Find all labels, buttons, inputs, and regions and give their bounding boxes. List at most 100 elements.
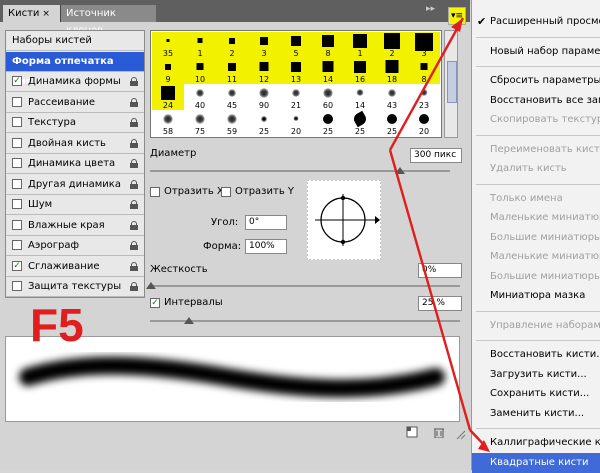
brush-tip-cell[interactable]: 45 [216,84,248,110]
settings-item-checkbox[interactable] [12,158,22,168]
brush-tip-cell[interactable]: 60 [312,84,344,110]
brush-tip-cell[interactable]: 16 [344,58,376,84]
menu-item[interactable]: Каллиграфические кисти [472,433,600,453]
menu-item[interactable]: Сохранить кисти... [472,384,600,404]
lock-icon[interactable] [130,77,138,86]
resize-grip-icon[interactable] [456,430,466,440]
brush-tip-cell[interactable]: 25 [344,110,376,136]
brush-tip-cell[interactable]: 25 [312,110,344,136]
brush-tip-cell[interactable]: 40 [184,84,216,110]
settings-item[interactable]: Влажные края [6,216,144,236]
brush-tip-cell[interactable]: 5 [280,32,312,58]
brush-tip-cell[interactable]: 90 [248,84,280,110]
settings-item[interactable]: Рассеивание [6,93,144,113]
brush-tip-cell[interactable]: 20 [280,110,312,136]
brush-tip-cell[interactable]: 75 [184,110,216,136]
settings-item[interactable]: ✓ Динамика формы [6,72,144,92]
brush-tip-cell[interactable]: 14 [312,58,344,84]
settings-item-checkbox[interactable]: ✓ [12,76,22,86]
lock-icon[interactable] [130,241,138,250]
brush-tip-cell[interactable]: 2 [216,32,248,58]
brush-tip-cell[interactable]: 1 [184,32,216,58]
brush-grid-scrollbar[interactable] [444,30,458,138]
brush-tip-cell[interactable]: 12 [248,58,280,84]
lock-icon[interactable] [130,179,138,189]
menu-item[interactable]: Новый набор параметров [472,42,600,62]
lock-icon[interactable] [130,282,138,291]
menu-item[interactable]: Заменить кисти... [472,404,600,424]
brush-tip-cell[interactable]: 3 [408,32,440,58]
settings-item-checkbox[interactable] [12,96,22,107]
brush-tip-cell[interactable]: 20 [408,110,440,136]
lock-icon[interactable] [130,220,138,230]
panel-menu-button[interactable]: ▾≡ [448,7,466,25]
settings-item[interactable]: Наборы кистей [6,31,144,51]
brush-tip-cell[interactable]: 58 [152,110,184,136]
brush-tip-cell[interactable]: 35 [152,32,184,58]
lock-icon[interactable] [130,118,138,127]
brush-tip-cell[interactable]: 13 [280,58,312,84]
brush-tip-cell[interactable]: 9 [152,58,184,84]
brush-tip-cell[interactable]: 59 [216,110,248,136]
brush-tip-cell[interactable]: 21 [280,84,312,110]
spacing-field[interactable]: 25 % [418,296,462,311]
settings-item-checkbox[interactable] [12,240,22,250]
diameter-field[interactable]: 300 пикс [410,148,462,163]
menu-item[interactable]: Восстановить кисти... [472,345,600,365]
settings-item[interactable]: Динамика цвета [6,154,144,174]
settings-item[interactable]: Текстура [6,113,144,133]
settings-item[interactable]: Двойная кисть [6,134,144,154]
settings-item-checkbox[interactable]: ✓ [12,260,22,271]
settings-item[interactable]: Шум [6,195,144,215]
menu-item[interactable]: Сбросить параметры [472,71,600,91]
brush-tip-cell[interactable]: 10 [184,58,216,84]
brush-tip-cell[interactable]: 24 [152,84,184,110]
brush-tip-cell[interactable]: 1 [344,32,376,58]
brush-tip-cell[interactable]: 14 [344,84,376,110]
spacing-slider-handle[interactable] [184,317,194,324]
tab-clone-source[interactable]: Источник клонов [60,5,156,36]
menu-item[interactable]: ✔Расширенный просмотр [472,12,600,32]
scroll-thumb[interactable] [447,61,457,103]
menu-item[interactable]: Миниатюра мазка [472,286,600,306]
collapse-icon[interactable]: ▸▸ [426,4,435,14]
menu-item[interactable]: Восстановить все замки [472,91,600,111]
spacing-checkbox[interactable]: ✓ [150,298,160,308]
brush-tip-cell[interactable]: 43 [376,84,408,110]
brush-tip-cell[interactable]: 18 [376,58,408,84]
settings-item[interactable]: Защита текстуры [6,277,144,297]
brush-tip-cell[interactable]: 8 [408,58,440,84]
menu-item[interactable]: Загрузить кисти... [472,365,600,385]
trash-icon[interactable] [433,426,445,438]
settings-item[interactable]: Аэрограф [6,236,144,256]
brush-tip-cell[interactable]: 8 [312,32,344,58]
flip-y-checkbox[interactable] [221,187,231,197]
settings-item-checkbox[interactable] [12,219,22,230]
settings-item[interactable]: ✓ Сглаживание [6,257,144,277]
settings-item[interactable]: Форма отпечатка кисти [6,51,144,87]
tab-brushes[interactable]: Кисти × [3,5,60,22]
brush-tip-cell[interactable]: 2 [376,32,408,58]
settings-item-checkbox[interactable] [12,117,22,127]
settings-item-checkbox[interactable] [12,178,22,189]
brush-tip-cell[interactable]: 11 [216,58,248,84]
spacing-slider-track[interactable] [150,320,460,322]
hardness-field[interactable]: 0% [418,263,462,278]
settings-item[interactable]: Другая динамика [6,175,144,195]
roundness-field[interactable]: 100% [245,239,287,254]
settings-item-checkbox[interactable] [12,137,22,148]
brush-tip-cell[interactable]: 25 [376,110,408,136]
brush-tip-cell[interactable]: 23 [408,84,440,110]
flip-x-checkbox[interactable] [150,187,160,197]
brush-angle-preview[interactable] [307,180,381,260]
lock-icon[interactable] [130,159,138,168]
brush-tip-cell[interactable]: 3 [248,32,280,58]
angle-field[interactable]: 0° [245,215,287,230]
brush-tip-cell[interactable]: 25 [248,110,280,136]
hardness-slider-track[interactable] [150,285,460,287]
diameter-slider-handle[interactable] [395,167,405,174]
lock-icon[interactable] [130,261,138,271]
lock-icon[interactable] [130,200,138,209]
lock-icon[interactable] [130,138,138,148]
new-brush-icon[interactable] [406,426,418,438]
